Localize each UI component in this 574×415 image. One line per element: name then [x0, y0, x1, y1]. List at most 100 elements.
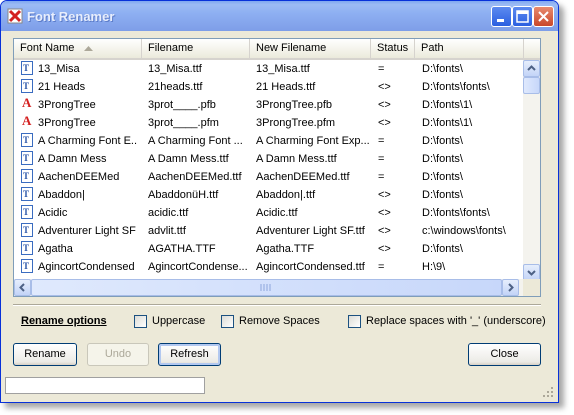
table-row[interactable]: T Adventurer Light SF advlit.ttf Adventurer… — [14, 222, 524, 240]
font-type-glyph: T — [23, 225, 30, 235]
title-bar[interactable]: Font Renamer — [1, 1, 558, 31]
cell-new-filename: 21 Heads.ttf — [256, 81, 316, 93]
column-header-status[interactable]: Status — [371, 39, 415, 58]
table-row[interactable]: T Agatha AGATHA.TTF Agatha.TTF <> D:\fonts\ — [14, 240, 524, 258]
uppercase-checkbox[interactable]: Uppercase — [134, 315, 214, 329]
cell-filename: AachenDEEMed.ttf — [148, 171, 242, 183]
table-row[interactable]: T Acidic acidic.ttf Acidic.ttf <> D:\fonts\fo… — [14, 204, 524, 222]
table-row[interactable]: A 3ProngTree 3prot____.pfm 3ProngTree.pfm <>… — [14, 114, 524, 132]
cell-path: D:\fonts\fonts\ — [422, 207, 490, 219]
font-type-glyph: T — [23, 261, 30, 271]
cell-status: <> — [378, 207, 391, 219]
truetype-font-icon: T — [21, 259, 33, 273]
horizontal-scroll-thumb[interactable] — [31, 279, 502, 296]
font-type-glyph: T — [23, 189, 30, 199]
undo-button[interactable]: Undo — [87, 343, 149, 366]
cell-filename: 3prot____.pfb — [148, 99, 216, 111]
truetype-font-icon: T — [21, 241, 33, 255]
cell-status: = — [378, 171, 385, 183]
truetype-font-icon: T — [21, 169, 33, 183]
cell-new-filename: AgincortCondensed.ttf — [256, 261, 365, 273]
column-header-label: Path — [421, 42, 444, 54]
cell-path: D:\fonts\1\ — [422, 99, 473, 111]
table-row[interactable]: T A Damn Mess A Damn Mess.ttf A Damn Mess.t… — [14, 150, 524, 168]
type1-font-icon: A — [21, 114, 33, 129]
cell-filename: acidic.ttf — [148, 207, 189, 219]
cell-new-filename: AachenDEEMed.ttf — [256, 171, 350, 183]
cell-new-filename: Acidic.ttf — [256, 207, 298, 219]
cell-new-filename: A Charming Font Exp... — [256, 135, 370, 147]
cell-status: = — [378, 135, 385, 147]
close-button[interactable]: Close — [468, 343, 541, 366]
rename-options-title: Rename options — [21, 315, 107, 327]
cell-font-name: A Damn Mess — [38, 153, 107, 165]
cell-filename: advlit.ttf — [148, 225, 186, 237]
minimize-button[interactable] — [491, 6, 512, 27]
table-row[interactable]: T 13_Misa 13_Misa.ttf 13_Misa.ttf = D:\fonts\ — [14, 60, 524, 78]
replace-spaces-checkbox[interactable]: Replace spaces with '_' (underscore) — [348, 315, 548, 329]
checkbox-box[interactable] — [348, 315, 361, 328]
column-header-font-name[interactable]: Font Name — [14, 39, 142, 58]
truetype-font-icon: T — [21, 151, 33, 165]
cell-path: c:\windows\fonts\ — [422, 225, 506, 237]
column-header-path[interactable]: Path — [415, 39, 524, 58]
font-type-glyph: T — [23, 81, 30, 91]
scroll-right-button[interactable] — [502, 279, 519, 296]
chevron-down-icon — [527, 270, 536, 276]
remove-spaces-checkbox[interactable]: Remove Spaces — [221, 315, 331, 329]
cell-new-filename: Abaddon|.ttf — [256, 189, 316, 201]
horizontal-scrollbar[interactable] — [14, 279, 524, 296]
cell-new-filename: Adventurer Light SF.ttf — [256, 225, 365, 237]
cell-font-name: Agatha — [38, 243, 73, 255]
checkbox-box[interactable] — [134, 315, 147, 328]
table-row[interactable]: T AachenDEEMed AachenDEEMed.ttf AachenDEEMe… — [14, 168, 524, 186]
type1-font-icon: A — [21, 95, 33, 111]
cell-status: <> — [378, 225, 391, 237]
chevron-up-icon — [527, 65, 536, 71]
cell-new-filename: 3ProngTree.pfb — [256, 99, 333, 111]
checkbox-label: Replace spaces with '_' (underscore) — [366, 315, 546, 327]
truetype-font-icon: T — [21, 61, 33, 75]
minimize-icon — [497, 19, 504, 22]
cell-font-name: AachenDEEMed — [38, 171, 120, 183]
table-row[interactable]: T AgincortCondensed AgincortCondense... Agi… — [14, 258, 524, 276]
column-header-new-filename[interactable]: New Filename — [250, 39, 371, 58]
refresh-button[interactable]: Refresh — [158, 343, 221, 366]
truetype-font-icon: T — [21, 79, 33, 93]
checkbox-box[interactable] — [221, 315, 234, 328]
truetype-font-icon: T — [21, 133, 33, 147]
table-row[interactable]: T Abaddon| AbaddonüH.ttf Abaddon|.ttf <> D:\f… — [14, 186, 524, 204]
table-row[interactable]: T 21 Heads 21heads.ttf 21 Heads.ttf <> D:\fon… — [14, 78, 524, 96]
cell-filename: 3prot____.pfm — [148, 117, 219, 129]
close-window-button[interactable] — [533, 6, 554, 27]
font-list[interactable]: Font Name Filename New Filename Status P… — [13, 38, 541, 297]
vertical-scroll-thumb[interactable] — [523, 77, 540, 94]
cell-status: <> — [378, 117, 391, 129]
cell-filename: AGATHA.TTF — [148, 243, 216, 255]
maximize-button[interactable] — [512, 6, 533, 27]
table-row[interactable]: A 3ProngTree 3prot____.pfb 3ProngTree.pfb <>… — [14, 96, 524, 114]
column-header-filename[interactable]: Filename — [142, 39, 250, 58]
font-type-glyph: T — [23, 207, 30, 217]
scroll-up-button[interactable] — [523, 60, 540, 77]
cell-path: D:\fonts\fonts\ — [422, 81, 490, 93]
font-renamer-window: Font Renamer Font Name Filename New File… — [0, 0, 559, 403]
cell-font-name: AgincortCondensed — [38, 261, 135, 273]
cell-status: <> — [378, 189, 391, 201]
close-icon — [538, 11, 549, 22]
cell-filename: AgincortCondense... — [148, 261, 248, 273]
truetype-font-icon: T — [21, 187, 33, 201]
cell-new-filename: Agatha.TTF — [256, 243, 315, 255]
cell-status: = — [378, 153, 385, 165]
scroll-left-button[interactable] — [14, 279, 31, 296]
resize-grip-icon[interactable] — [542, 386, 554, 398]
rename-button[interactable]: Rename — [13, 343, 77, 366]
cell-filename: A Charming Font ... — [148, 135, 243, 147]
cell-font-name: 21 Heads — [38, 81, 86, 93]
font-type-glyph: T — [23, 135, 30, 145]
vertical-scrollbar[interactable] — [523, 60, 540, 281]
window-title: Font Renamer — [27, 9, 115, 24]
font-type-glyph: T — [23, 63, 30, 73]
font-type-glyph: A — [22, 95, 32, 110]
table-row[interactable]: T A Charming Font E... A Charming Font ...… — [14, 132, 524, 150]
